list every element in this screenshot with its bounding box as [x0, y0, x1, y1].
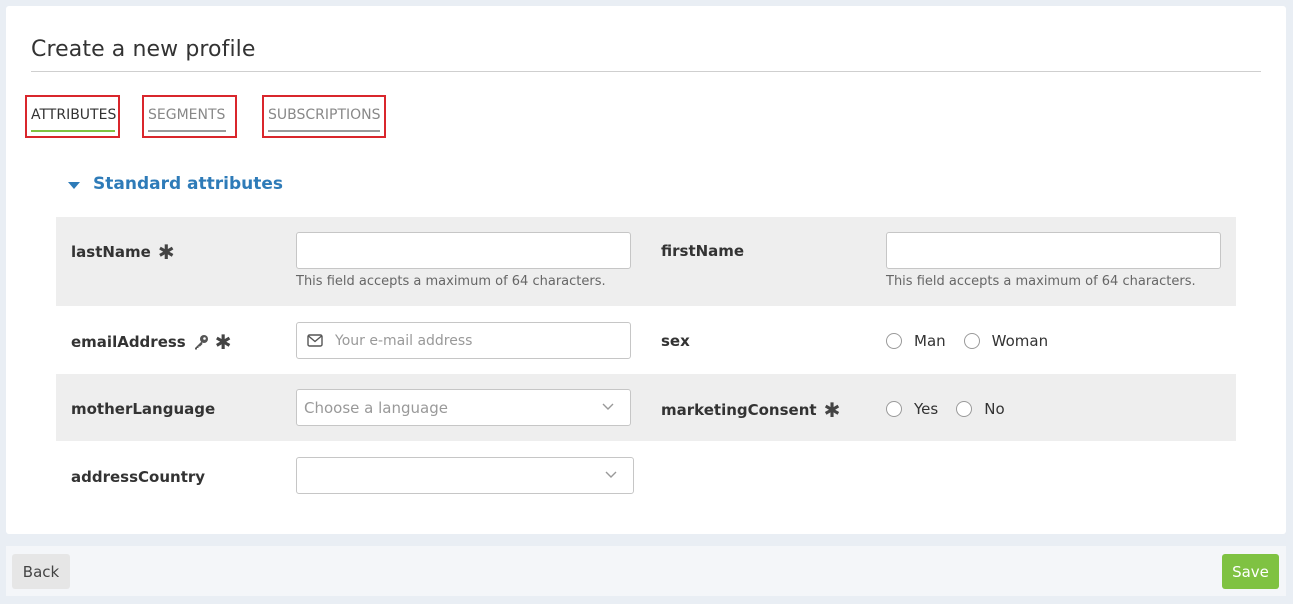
tab-attributes[interactable]: ATTRIBUTES [25, 95, 120, 138]
sex-option-man[interactable]: Man [886, 332, 946, 350]
firstname-hint: This field accepts a maximum of 64 chara… [886, 274, 1196, 289]
section-title: Standard attributes [93, 174, 284, 194]
tab-attributes-indicator [31, 130, 115, 132]
section-toggle-standard-attributes[interactable]: Standard attributes [68, 174, 283, 194]
email-field[interactable] [296, 322, 631, 359]
radio-circle-icon[interactable] [956, 401, 973, 417]
tab-attributes-label: ATTRIBUTES [31, 107, 117, 123]
language-label-text: motherLanguage [71, 400, 216, 418]
sex-option-man-label: Man [914, 332, 946, 350]
save-button[interactable]: Save [1222, 554, 1279, 589]
sex-radio-group: Man Woman [886, 332, 1066, 350]
lastname-input[interactable] [296, 232, 631, 269]
lastname-hint: This field accepts a maximum of 64 chara… [296, 274, 606, 289]
email-label: emailAddress ✱ [71, 332, 232, 352]
consent-radio-group: Yes No [886, 400, 1023, 418]
tab-segments-label: SEGMENTS [148, 107, 226, 123]
radio-circle-icon[interactable] [886, 333, 902, 349]
tab-segments-indicator [148, 130, 226, 132]
radio-circle-icon[interactable] [963, 333, 980, 349]
language-label: motherLanguage [71, 400, 215, 418]
caret-down-icon [68, 181, 80, 189]
consent-option-yes-label: Yes [914, 400, 939, 418]
language-select[interactable]: Choose a language [296, 389, 631, 426]
profile-card: Create a new profile ATTRIBUTES SEGMENTS… [6, 6, 1286, 534]
country-label: addressCountry [71, 468, 205, 486]
lastname-label: lastName ✱ [71, 242, 175, 262]
form-row-names: lastName ✱ This field accepts a maximum … [56, 217, 1236, 306]
tab-subscriptions-label: SUBSCRIPTIONS [268, 107, 381, 123]
sex-option-woman[interactable]: Woman [963, 332, 1049, 350]
back-button[interactable]: Back [12, 554, 70, 589]
consent-option-no-label: No [984, 400, 1005, 418]
required-icon: ✱ [214, 330, 232, 354]
tab-subscriptions-indicator [268, 130, 380, 132]
form-row-email-sex: emailAddress ✱ sex Man [56, 306, 1236, 374]
tab-segments[interactable]: SEGMENTS [142, 95, 237, 138]
envelope-icon [307, 334, 323, 347]
chevron-down-icon [602, 403, 614, 410]
firstname-label-text: firstName [661, 242, 745, 260]
form-row-country: addressCountry [56, 441, 1236, 509]
required-icon: ✱ [823, 398, 841, 422]
language-select-placeholder: Choose a language [304, 399, 448, 417]
country-select[interactable] [296, 457, 634, 494]
title-divider [31, 71, 1261, 72]
required-icon: ✱ [157, 240, 175, 264]
email-label-text: emailAddress [71, 333, 186, 351]
chevron-down-icon [605, 471, 617, 478]
email-input[interactable] [335, 323, 615, 358]
radio-circle-icon[interactable] [886, 401, 902, 417]
consent-option-no[interactable]: No [956, 400, 1005, 418]
form-row-language-consent: motherLanguage Choose a language marketi… [56, 374, 1236, 441]
key-icon [194, 335, 208, 350]
firstname-label: firstName [661, 242, 744, 260]
sex-label-text: sex [661, 332, 690, 350]
footer-bar: Back Save [6, 546, 1286, 596]
page-title: Create a new profile [31, 37, 256, 62]
firstname-input[interactable] [886, 232, 1221, 269]
consent-option-yes[interactable]: Yes [886, 400, 938, 418]
consent-label: marketingConsent ✱ [661, 400, 840, 420]
consent-label-text: marketingConsent [661, 401, 817, 419]
sex-label: sex [661, 332, 690, 350]
sex-option-woman-label: Woman [991, 332, 1049, 350]
country-label-text: addressCountry [71, 468, 206, 486]
tab-subscriptions[interactable]: SUBSCRIPTIONS [262, 95, 386, 138]
lastname-label-text: lastName [71, 243, 151, 261]
